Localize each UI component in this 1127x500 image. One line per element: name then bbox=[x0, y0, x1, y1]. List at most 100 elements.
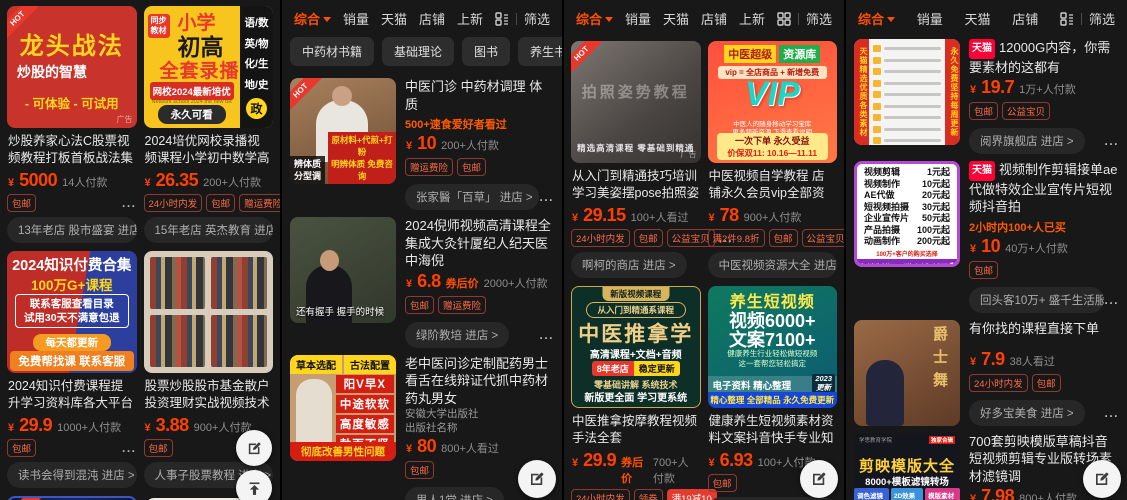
sort-comprehensive[interactable]: 综合 bbox=[294, 9, 332, 28]
product-card[interactable]: 同步教材 小学 初高 全套录播 网校2024最新培优 Network schoo… bbox=[143, 6, 280, 243]
product-image[interactable]: 中医超级 资源库 vip = 全店商品 + 新增免费 VIP 中医人的随身移动学习… bbox=[707, 41, 837, 163]
image-text: 联系客服查看目录 bbox=[29, 298, 114, 310]
more-button[interactable]: ... bbox=[122, 441, 137, 455]
shop-link[interactable]: 回头客10万+ 盛千生活服务... > bbox=[969, 286, 1105, 313]
product-image[interactable]: 还有握手 握手的时候 bbox=[290, 217, 396, 323]
product-item[interactable]: 爵士舞 有你找的课程直接下单 ¥7.9 38人看过 24小时内发 包邮 好多宝美食 … bbox=[854, 319, 1119, 426]
price-note: 券后价 bbox=[621, 457, 644, 485]
product-card[interactable]: HOT 期权课程合集 期权从入门到精通课程合集 ✦ 期权基础入门课 ✦ ✦ 期权… bbox=[7, 496, 137, 500]
product-image[interactable]: 爵士舞 bbox=[854, 319, 960, 426]
shop-link[interactable]: 读书会得到混沌 进店 > bbox=[7, 462, 137, 488]
image-text: 更新 bbox=[816, 382, 832, 392]
product-card[interactable]: HOT 龙头战法 炒股的智慧 - 可体验 - 可试用 广告 炒股养家心法C股票视… bbox=[7, 6, 137, 243]
back-to-top-button[interactable] bbox=[236, 470, 272, 500]
shop-link[interactable]: 阅界旗舰店 进店 > bbox=[969, 128, 1085, 154]
shop-link[interactable]: 13年老店 股市盛宴 进店 > bbox=[7, 217, 137, 243]
layout-toggle-icon[interactable] bbox=[495, 11, 509, 26]
chip[interactable]: 养生书 bbox=[518, 37, 562, 66]
sort-shop[interactable]: 店铺 bbox=[1012, 9, 1038, 28]
tag: 赠运费险 bbox=[438, 295, 487, 314]
currency: ¥ bbox=[572, 457, 579, 469]
shop-link[interactable]: 15年老店 英杰教育 进店 > bbox=[143, 217, 273, 243]
chip[interactable]: 基础理论 bbox=[382, 37, 455, 66]
sort-shop[interactable]: 店铺 bbox=[419, 9, 445, 28]
compose-button[interactable] bbox=[1083, 460, 1121, 498]
filter-button[interactable]: 筛选 bbox=[1089, 9, 1115, 28]
ad-label: 广告 bbox=[680, 150, 697, 159]
sort-newest[interactable]: 上新 bbox=[457, 9, 483, 28]
product-image[interactable]: 新版视频课程 从入门到精通系课程 中医推拿学 高清课程+文档+音频 8年老店 稳定… bbox=[571, 286, 701, 408]
price-row: ¥10 200+人付款 bbox=[406, 133, 553, 154]
more-button[interactable]: ... bbox=[539, 190, 554, 204]
tag: 包邮 bbox=[143, 439, 173, 457]
product-body: 天猫 12000G内容，你需要素材的这都有 ¥19.7 1万+人付款 包邮 公益宝贝 … bbox=[969, 39, 1119, 154]
filter-button[interactable]: 筛选 bbox=[806, 9, 832, 28]
product-item[interactable]: 还有握手 握手的时候 2024倪师视频高清课程全集成大灸针厦纪人纪天医中海倪 ¥… bbox=[290, 217, 554, 348]
shop-link[interactable]: 好多宝美食 进店 > bbox=[969, 399, 1085, 426]
sort-comprehensive[interactable]: 综合 bbox=[576, 9, 614, 28]
subject: 化/生 bbox=[244, 58, 269, 71]
shop-link[interactable]: 绿阶教培 进店 > bbox=[405, 321, 510, 348]
product-item[interactable]: HOT 辨体质 分型调 原材料+代煎+打粉 明辨体质 免费咨询 中医门诊 中药材调理… bbox=[290, 78, 554, 210]
service-name: 视频制作 bbox=[864, 178, 901, 189]
product-image[interactable]: 同步教材 小学 初高 全套录播 网校2024最新培优 Network schoo… bbox=[143, 6, 273, 128]
sort-sales[interactable]: 销量 bbox=[343, 9, 369, 28]
shop-link[interactable]: 啊柯的商店 进店 > bbox=[571, 252, 687, 278]
product-card[interactable]: 2024知识付费合集 100万G+课程 联系客服查看目录 试用30天不满意包退 每… bbox=[7, 251, 137, 488]
image-text: 资源库 bbox=[779, 45, 821, 63]
product-item[interactable]: 天猫精选优质各类素材 永久免费坚持每周更新 天猫 12000G内容，你需要素材的这… bbox=[854, 39, 1119, 154]
compose-button[interactable] bbox=[236, 430, 272, 466]
compose-button[interactable] bbox=[518, 460, 556, 498]
sort-tmall[interactable]: 天猫 bbox=[381, 9, 407, 28]
product-card[interactable]: HOT 拍照姿势教程 精选高清课程 零基础到精通 广告 从入门到精通技巧培训学习… bbox=[571, 41, 732, 278]
filter-button[interactable]: 筛选 bbox=[524, 9, 550, 28]
product-image[interactable]: 养生短视频 视频6000+ 文案7100+ 健康养生行业轻松做短视频 这一套帮您… bbox=[707, 286, 837, 408]
layout-toggle-icon[interactable] bbox=[777, 11, 791, 26]
currency: ¥ bbox=[406, 443, 413, 455]
product-image[interactable]: 草本选配古法配置 阳V早X 中途软软 高度敏感 勃而不坚 体虚疲劳 举枪无力 彻… bbox=[290, 354, 396, 461]
product-image[interactable]: 天猫精选优质各类素材 永久免费坚持每周更新 bbox=[854, 39, 960, 145]
shop-link[interactable]: 男人1堂 进店 > bbox=[405, 487, 505, 500]
sort-sales[interactable]: 销量 bbox=[917, 9, 943, 28]
product-list: 天猫精选优质各类素材 永久免费坚持每周更新 天猫 12000G内容，你需要素材的这… bbox=[846, 35, 1127, 500]
sort-shop[interactable]: 店铺 bbox=[701, 9, 727, 28]
more-button[interactable]: ... bbox=[122, 196, 137, 210]
tag-row: 包邮 bbox=[969, 260, 1119, 279]
product-image[interactable]: HOT 龙头战法 炒股的智慧 - 可体验 - 可试用 广告 bbox=[7, 6, 137, 128]
product-image[interactable]: 视频剪辑 1元起 视频制作 10元起 AE代做 20元起 短视频拍摄 30元起 企业宣传… bbox=[854, 161, 960, 267]
sort-tmall[interactable]: 天猫 bbox=[663, 9, 689, 28]
product-item[interactable]: 草本选配古法配置 阳V早X 中途软软 高度敏感 勃而不坚 体虚疲劳 举枪无力 彻… bbox=[290, 354, 554, 500]
sort-sales[interactable]: 销量 bbox=[625, 9, 651, 28]
sort-tmall[interactable]: 天猫 bbox=[965, 9, 991, 28]
layout-toggle-icon[interactable] bbox=[1060, 11, 1074, 26]
product-image[interactable]: HOT 拍照姿势教程 精选高清课程 零基础到精通 广告 bbox=[571, 41, 701, 163]
product-item[interactable]: 视频剪辑 1元起 视频制作 10元起 AE代做 20元起 短视频拍摄 30元起 企业宣传… bbox=[854, 161, 1119, 313]
product-card[interactable]: 中医超级 资源库 vip = 全店商品 + 新增免费 VIP 中医人的随身移动学习… bbox=[707, 41, 844, 278]
chip[interactable]: 中药材书籍 bbox=[290, 37, 375, 66]
more-button[interactable]: ... bbox=[1104, 293, 1119, 307]
views-hint: 500+速食爱好者看过 bbox=[405, 119, 507, 131]
product-image[interactable]: 2024知识付费合集 100万G+课程 联系客服查看目录 试用30天不满意包退 每… bbox=[7, 251, 137, 373]
more-button[interactable]: ... bbox=[1104, 406, 1119, 420]
image-chip: 模版素材 永久更新 bbox=[925, 487, 960, 500]
sold-count: 200+人付款 bbox=[441, 140, 499, 152]
tag: 领券 bbox=[633, 489, 663, 500]
product-image[interactable]: 学思教育学院 独家合辑 剪映模版大全 8000+模板滤镜转场 调色滤镜 模版转场… bbox=[854, 432, 960, 500]
sort-comprehensive[interactable]: 综合 bbox=[858, 9, 896, 28]
product-image[interactable]: HOT 辨体质 分型调 原材料+代煎+打粉 明辨体质 免费咨询 bbox=[290, 78, 396, 184]
sort-newest[interactable]: 上新 bbox=[739, 9, 765, 28]
product-image-bookshelf[interactable] bbox=[143, 251, 273, 373]
price: 29.9 bbox=[583, 450, 617, 470]
image-text: 高端制作-天猫店铺 低至1元 bbox=[857, 258, 957, 264]
price: 6.93 bbox=[719, 450, 754, 470]
more-button[interactable]: ... bbox=[539, 328, 554, 342]
shop-link[interactable]: 张家醫「百草」 进店 > bbox=[405, 184, 540, 210]
compose-button[interactable] bbox=[800, 460, 838, 498]
chip[interactable]: 图书 bbox=[462, 37, 511, 66]
product-card[interactable]: 新版视频课程 从入门到精通系课程 中医推拿学 高清课程+文档+音频 8年老店 稳定… bbox=[571, 286, 734, 500]
image-text: VIP bbox=[744, 75, 800, 113]
product-image[interactable]: HOT 期权课程合集 期权从入门到精通课程合集 ✦ 期权基础入门课 ✦ ✦ 期权… bbox=[7, 496, 137, 500]
more-button[interactable]: ... bbox=[1104, 134, 1119, 148]
shop-link[interactable]: 中医视频资源大全 进店 > bbox=[707, 252, 837, 278]
product-item[interactable]: 学思教育学院 独家合辑 剪映模版大全 8000+模板滤镜转场 调色滤镜 模版转场… bbox=[854, 432, 1119, 500]
